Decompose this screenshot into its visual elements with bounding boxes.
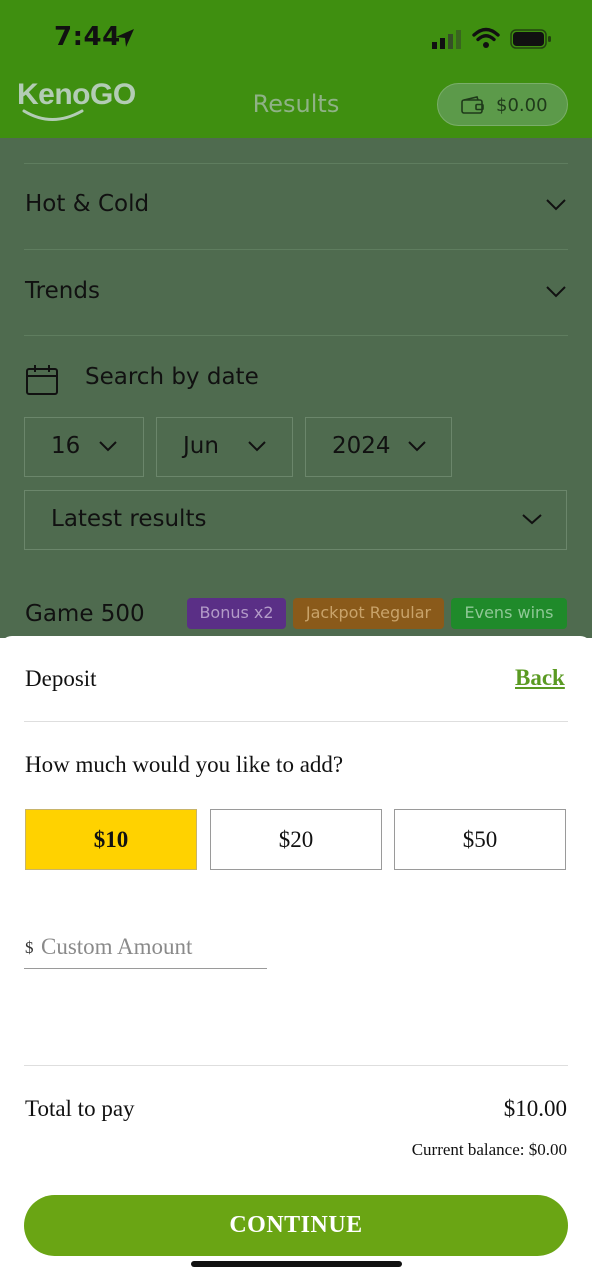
year-select[interactable]: 2024 xyxy=(305,417,452,477)
badge-evens: Evens wins xyxy=(451,598,567,629)
battery-icon xyxy=(510,29,551,49)
results-select-value: Latest results xyxy=(51,506,207,532)
wifi-icon xyxy=(472,27,500,48)
accordion-label: Hot & Cold xyxy=(25,191,150,217)
day-select[interactable]: 16 xyxy=(24,417,144,477)
badge-jackpot: Jackpot Regular xyxy=(293,598,444,629)
deposit-sheet: Deposit Back How much would you like to … xyxy=(0,636,592,1280)
badge-bonus: Bonus x2 xyxy=(187,598,286,629)
total-value: $10.00 xyxy=(503,1096,567,1121)
back-link[interactable]: Back xyxy=(515,665,565,691)
status-time: 7:44 xyxy=(54,22,121,52)
sheet-title: Deposit xyxy=(25,666,97,691)
wallet-button[interactable]: $0.00 xyxy=(437,83,568,126)
app-header: 7:44 KenoGO Results $0.00 xyxy=(0,0,592,138)
location-arrow-icon xyxy=(116,29,134,47)
chevron-down-icon xyxy=(546,286,566,298)
total-label: Total to pay xyxy=(25,1096,135,1121)
divider xyxy=(24,335,568,336)
day-value: 16 xyxy=(51,433,81,459)
signal-icon xyxy=(432,30,461,49)
chevron-down-icon xyxy=(248,441,266,452)
month-value: Jun xyxy=(183,433,219,459)
divider xyxy=(24,721,568,722)
chevron-down-icon xyxy=(522,514,542,525)
year-value: 2024 xyxy=(332,433,391,459)
calendar-icon xyxy=(26,365,58,395)
current-balance: Current balance: $0.00 xyxy=(411,1140,567,1159)
wallet-icon xyxy=(461,96,484,114)
continue-button[interactable]: CONTINUE xyxy=(24,1195,568,1256)
search-by-date-label: Search by date xyxy=(85,364,259,390)
divider xyxy=(24,1065,568,1066)
amount-20-button[interactable]: $20 xyxy=(210,809,382,870)
accordion-label: Trends xyxy=(25,278,100,304)
month-select[interactable]: Jun xyxy=(156,417,293,477)
results-background: Hot & Cold Trends Search by date 16 Jun … xyxy=(0,138,592,638)
divider xyxy=(24,163,568,164)
chevron-down-icon xyxy=(99,441,117,452)
chevron-down-icon xyxy=(408,441,426,452)
amount-10-button[interactable]: $10 xyxy=(25,809,197,870)
input-underline xyxy=(24,968,267,969)
amount-50-button[interactable]: $50 xyxy=(394,809,566,870)
amount-question: How much would you like to add? xyxy=(25,752,344,777)
currency-prefix: $ xyxy=(25,938,34,957)
divider xyxy=(24,249,568,250)
results-select[interactable]: Latest results xyxy=(24,490,567,550)
game-label: Game 500 xyxy=(25,601,145,627)
chevron-down-icon xyxy=(546,199,566,211)
custom-amount-input[interactable] xyxy=(41,931,266,963)
wallet-balance: $0.00 xyxy=(496,95,548,116)
home-indicator[interactable] xyxy=(191,1261,402,1267)
